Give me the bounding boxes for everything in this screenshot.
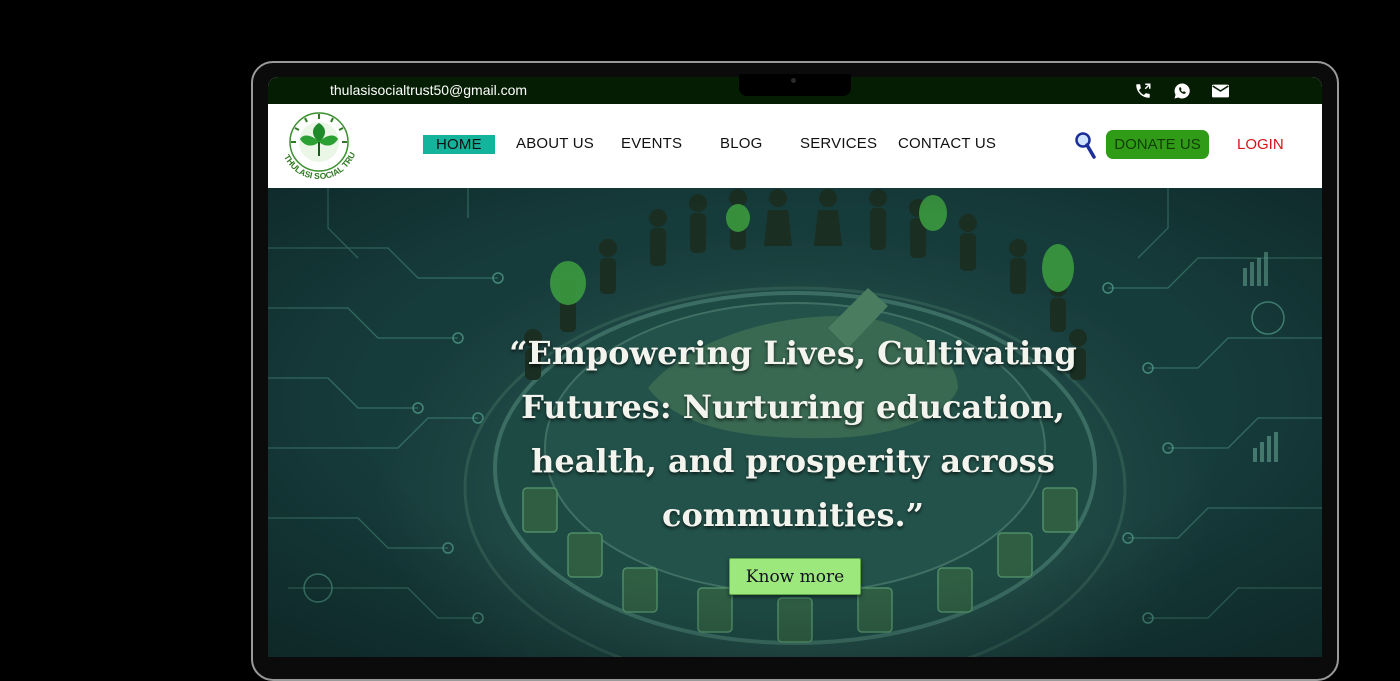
nav-blog[interactable]: BLOG xyxy=(720,135,762,152)
phone-icon[interactable] xyxy=(1132,80,1153,101)
trust-logo[interactable]: THULASI SOCIAL TRUST xyxy=(271,101,364,183)
nav-events[interactable]: EVENTS xyxy=(621,135,682,152)
main-navbar: THULASI SOCIAL TRUST HOME ABOUT US EVENT… xyxy=(268,101,1322,188)
camera-icon xyxy=(791,78,796,83)
nav-home[interactable]: HOME xyxy=(423,135,495,154)
donate-button[interactable]: DONATE US xyxy=(1106,130,1209,159)
login-link[interactable]: LOGIN xyxy=(1237,136,1284,153)
camera-notch xyxy=(739,74,851,96)
hero-headline: “Empowering Lives, Cultivating Futures: … xyxy=(509,334,1077,534)
whatsapp-icon[interactable] xyxy=(1171,80,1192,101)
hero-banner: “Empowering Lives, Cultivating Futures: … xyxy=(268,188,1322,657)
contact-email[interactable]: thulasisocialtrust50@gmail.com xyxy=(330,82,527,98)
website-screen: thulasisocialtrust50@gmail.com THULASI S… xyxy=(268,77,1322,657)
contact-icons xyxy=(1132,80,1231,101)
know-more-button[interactable]: Know more xyxy=(729,558,861,595)
nav-about[interactable]: ABOUT US xyxy=(516,135,594,152)
nav-services[interactable]: SERVICES xyxy=(800,135,877,152)
search-icon[interactable] xyxy=(1074,130,1098,165)
mail-icon[interactable] xyxy=(1210,80,1231,101)
nav-contact[interactable]: CONTACT US xyxy=(898,135,996,152)
